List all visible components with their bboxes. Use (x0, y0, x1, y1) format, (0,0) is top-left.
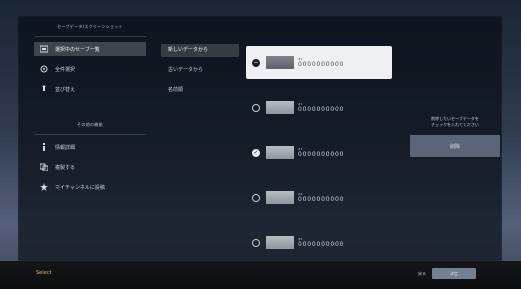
slot-name: 0000000000 (298, 105, 345, 113)
menu-item-post-channel[interactable]: マイチャンネルに投稿 (34, 180, 146, 194)
sort-option-newest[interactable]: 新しいデータから (161, 44, 239, 57)
save-slot-1[interactable]: − #1 0000000000 (246, 46, 392, 79)
menu-item-sort-label: 並び替え (55, 86, 76, 93)
sort-option-name[interactable]: 名前順 (161, 84, 239, 97)
check-icon: − (253, 58, 259, 66)
menu-item-copy[interactable]: 複製する (34, 160, 146, 174)
save-manager-screen: セーブデータ/スクリーンショット 選択中のセーブ一覧 全件選択 並び替え その他… (0, 0, 521, 289)
delete-button[interactable]: 削除 (410, 135, 500, 157)
menu-item-info-label: 情報詳細 (55, 144, 76, 151)
sort-icon (39, 85, 49, 93)
menu-item-post-channel-label: マイチャンネルに投稿 (55, 184, 105, 191)
footer-back-label[interactable]: 戻る (418, 271, 426, 277)
radio-icon[interactable]: − (252, 58, 260, 67)
save-slot-2[interactable]: #2 0000000000 (246, 91, 392, 124)
menu-item-selected-list[interactable]: 選択中のセーブ一覧 (34, 42, 146, 56)
slot-text: #3 0000000000 (298, 147, 345, 158)
info-icon (39, 143, 49, 151)
footer-confirm-button[interactable]: 決定 (432, 268, 476, 279)
slot-text: #4 0000000000 (298, 192, 345, 203)
check-icon: ✓ (253, 148, 259, 156)
footer-bar: Select 戻る 決定 (0, 261, 521, 289)
radio-icon[interactable] (252, 193, 260, 202)
menu-item-copy-label: 複製する (55, 164, 76, 171)
save-slot-3[interactable]: ✓ #3 0000000000 (246, 136, 392, 169)
menu-item-select-all-label: 全件選択 (55, 66, 76, 73)
delete-help-text: 削除したいセーブデータを チェックを入れてください (410, 116, 500, 128)
save-slot-4[interactable]: #4 0000000000 (246, 181, 392, 214)
all-select-icon (39, 65, 49, 73)
slot-text: #1 0000000000 (298, 57, 345, 68)
star-icon (39, 183, 49, 191)
slot-thumbnail (266, 101, 294, 114)
slot-text: #2 0000000000 (298, 102, 345, 113)
section-divider-top (34, 36, 146, 37)
slot-thumbnail (266, 56, 294, 69)
footer-actions: 戻る 決定 (418, 268, 476, 279)
delete-panel: 削除したいセーブデータを チェックを入れてください 削除 (410, 116, 500, 157)
save-slot-list: − #1 0000000000 #2 0000000000 ✓ #3 00000… (246, 46, 392, 271)
sort-option-oldest[interactable]: 古いデータから (161, 64, 239, 77)
slot-name: 0000000000 (298, 195, 345, 203)
radio-icon[interactable]: ✓ (252, 148, 260, 157)
copy-icon (39, 163, 49, 171)
menu-item-info[interactable]: 情報詳細 (34, 140, 146, 154)
slot-text: #5 0000000000 (298, 237, 345, 248)
menu-item-selected-list-label: 選択中のセーブ一覧 (55, 46, 100, 53)
slot-thumbnail (266, 191, 294, 204)
section-title-save-data: セーブデータ/スクリーンショット (57, 24, 123, 29)
menu-item-sort[interactable]: 並び替え (34, 82, 146, 96)
left-menu: セーブデータ/スクリーンショット 選択中のセーブ一覧 全件選択 並び替え その他… (34, 22, 146, 200)
menu-item-select-all[interactable]: 全件選択 (34, 62, 146, 76)
selected-list-icon (39, 45, 49, 53)
radio-icon[interactable] (252, 238, 260, 247)
slot-thumbnail (266, 146, 294, 159)
slot-name: 0000000000 (298, 150, 345, 158)
section-title-other-functions: その他の機能 (77, 122, 103, 127)
sort-options: 新しいデータから 古いデータから 名前順 (161, 44, 239, 104)
footer-select-label: Select (36, 270, 52, 276)
section-divider-bottom (34, 134, 146, 135)
slot-name: 0000000000 (298, 60, 345, 68)
slot-name: 0000000000 (298, 240, 345, 248)
save-slot-5[interactable]: #5 0000000000 (246, 226, 392, 259)
delete-help-line-2: チェックを入れてください (431, 122, 479, 127)
radio-icon[interactable] (252, 103, 260, 112)
slot-thumbnail (266, 236, 294, 249)
